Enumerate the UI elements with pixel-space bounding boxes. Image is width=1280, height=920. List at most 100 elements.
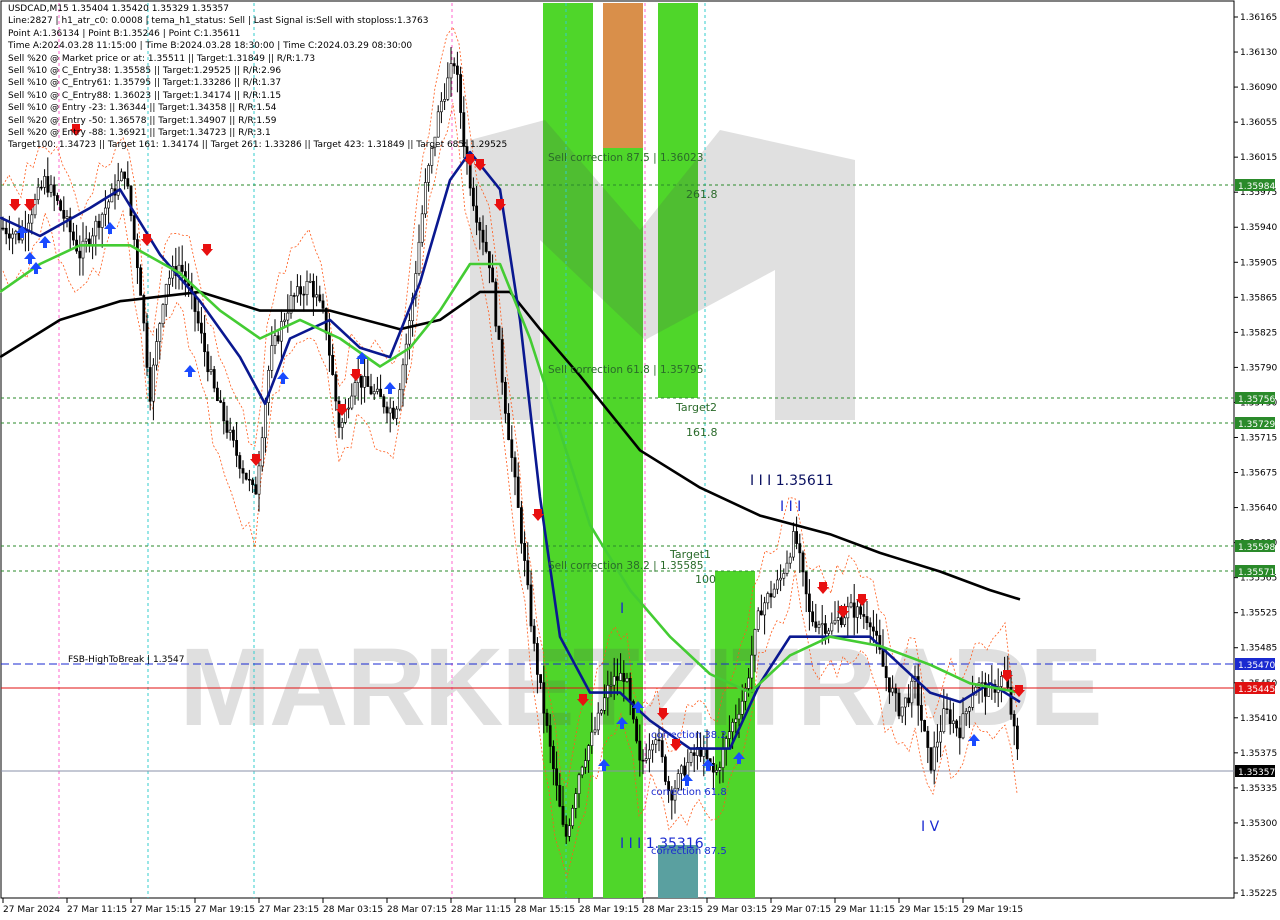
price-tick-label: 1.35940 xyxy=(1240,223,1277,233)
candle-body xyxy=(270,345,274,371)
candle-body xyxy=(951,720,955,724)
candle-body xyxy=(775,579,779,590)
candle-body xyxy=(372,391,376,395)
candle-body xyxy=(359,375,363,388)
candle-body xyxy=(750,654,754,679)
candle-body xyxy=(727,731,731,739)
candle-body xyxy=(158,323,162,342)
info-line: Sell %10 @ Entry -23: 1.36344 || Target:… xyxy=(8,103,277,114)
level-3-label: 1.35729 xyxy=(1238,420,1275,430)
fsb-label: FSB-HighToBreak | 1.3547 xyxy=(68,655,185,665)
candle-body xyxy=(129,185,133,216)
candle-body xyxy=(152,364,155,402)
candle-body xyxy=(168,277,171,285)
candle-body xyxy=(535,643,539,675)
candle-body xyxy=(705,748,709,759)
candle-body xyxy=(212,369,216,389)
candle-body xyxy=(753,629,757,656)
candle-body xyxy=(894,688,898,694)
candle-body xyxy=(619,672,623,681)
candle-body xyxy=(683,765,687,776)
sell-correction-38: Sell correction 38.2 | 1.35585 xyxy=(548,560,703,572)
candle-body xyxy=(305,281,309,295)
candle-body xyxy=(369,386,373,395)
candle-body xyxy=(136,239,139,269)
candle-body xyxy=(292,295,296,297)
candle-body xyxy=(932,746,936,771)
candle-body xyxy=(529,584,533,627)
candle-body xyxy=(763,602,767,616)
candle-body xyxy=(603,697,607,711)
candle-body xyxy=(897,692,901,717)
candle-body xyxy=(39,186,43,189)
candle-body xyxy=(955,720,959,729)
candle-body xyxy=(55,195,59,201)
candle-body xyxy=(923,720,927,732)
price-tick-label: 1.35225 xyxy=(1240,889,1277,899)
candle-body xyxy=(964,710,968,715)
candle-body xyxy=(609,684,613,687)
candle-body xyxy=(123,171,127,179)
level-4-label: 1.35598 xyxy=(1238,543,1275,553)
time-tick-label: 27 Mar 23:15 xyxy=(259,905,319,915)
candle-body xyxy=(663,756,667,782)
candle-body xyxy=(11,233,15,239)
price-tick-label: 1.35375 xyxy=(1240,749,1277,759)
price-tick-label: 1.35865 xyxy=(1240,293,1277,303)
candle-body xyxy=(551,746,555,769)
candle-body xyxy=(36,186,40,200)
price-tick-label: 1.35300 xyxy=(1240,819,1277,829)
info-line: Target100: 1.34723 || Target 161: 1.3417… xyxy=(8,140,508,151)
candle-body xyxy=(308,280,312,283)
candle-body xyxy=(155,341,159,366)
candle-body xyxy=(935,741,939,748)
candle-body xyxy=(363,376,367,388)
candle-body xyxy=(148,367,152,402)
candle-body xyxy=(235,440,239,456)
candle-body xyxy=(1012,714,1016,727)
candle-body xyxy=(686,762,690,776)
level-2-label: 1.35756 xyxy=(1238,395,1275,405)
candle-body xyxy=(903,697,907,708)
candle-body xyxy=(395,408,399,419)
candle-body xyxy=(689,752,693,763)
candle-body xyxy=(350,395,354,409)
candle-body xyxy=(910,680,914,704)
candle-body xyxy=(327,332,331,356)
time-axis[interactable]: 27 Mar 2024 27 Mar 11:15 27 Mar 15:15 27 Ma… xyxy=(2,898,1023,915)
candle-body xyxy=(120,171,123,182)
candle-body xyxy=(622,672,626,682)
candle-body xyxy=(251,479,255,485)
candle-body xyxy=(254,484,258,495)
candle-body xyxy=(849,602,853,608)
price-tick-label: 1.35715 xyxy=(1240,433,1277,443)
price-tick-label: 1.36015 xyxy=(1240,153,1277,163)
candle-body xyxy=(385,406,389,414)
info-line: Sell %20 @ Entry -88: 1.36921 || Target:… xyxy=(8,127,271,138)
candle-body xyxy=(571,807,575,827)
sell-correction-88: Sell correction 87.5 | 1.36023 xyxy=(548,152,703,164)
candle-body xyxy=(279,321,283,342)
candle-body xyxy=(331,354,335,375)
candle-body xyxy=(615,676,619,681)
time-tick-label: 27 Mar 2024 xyxy=(3,905,60,915)
candle-body xyxy=(737,713,741,720)
candle-body xyxy=(132,215,136,240)
candle-body xyxy=(52,184,56,196)
price-tick-label: 1.35260 xyxy=(1240,854,1277,864)
candle-body xyxy=(641,759,645,762)
candle-body xyxy=(248,478,251,481)
candle-body xyxy=(4,227,8,235)
candle-body xyxy=(900,706,904,717)
candle-body xyxy=(679,765,683,774)
candle-body xyxy=(612,676,616,686)
candle-body xyxy=(542,682,546,714)
candle-body xyxy=(523,542,527,561)
candle-body xyxy=(817,624,821,628)
candle-body xyxy=(228,429,232,433)
candle-body xyxy=(756,610,760,630)
candle-body xyxy=(257,465,261,495)
candle-body xyxy=(273,335,277,346)
chart-window[interactable]: { "header": { "lines": [ "USDCAD,M15 1.3… xyxy=(0,0,1280,920)
candle-body xyxy=(263,402,267,439)
